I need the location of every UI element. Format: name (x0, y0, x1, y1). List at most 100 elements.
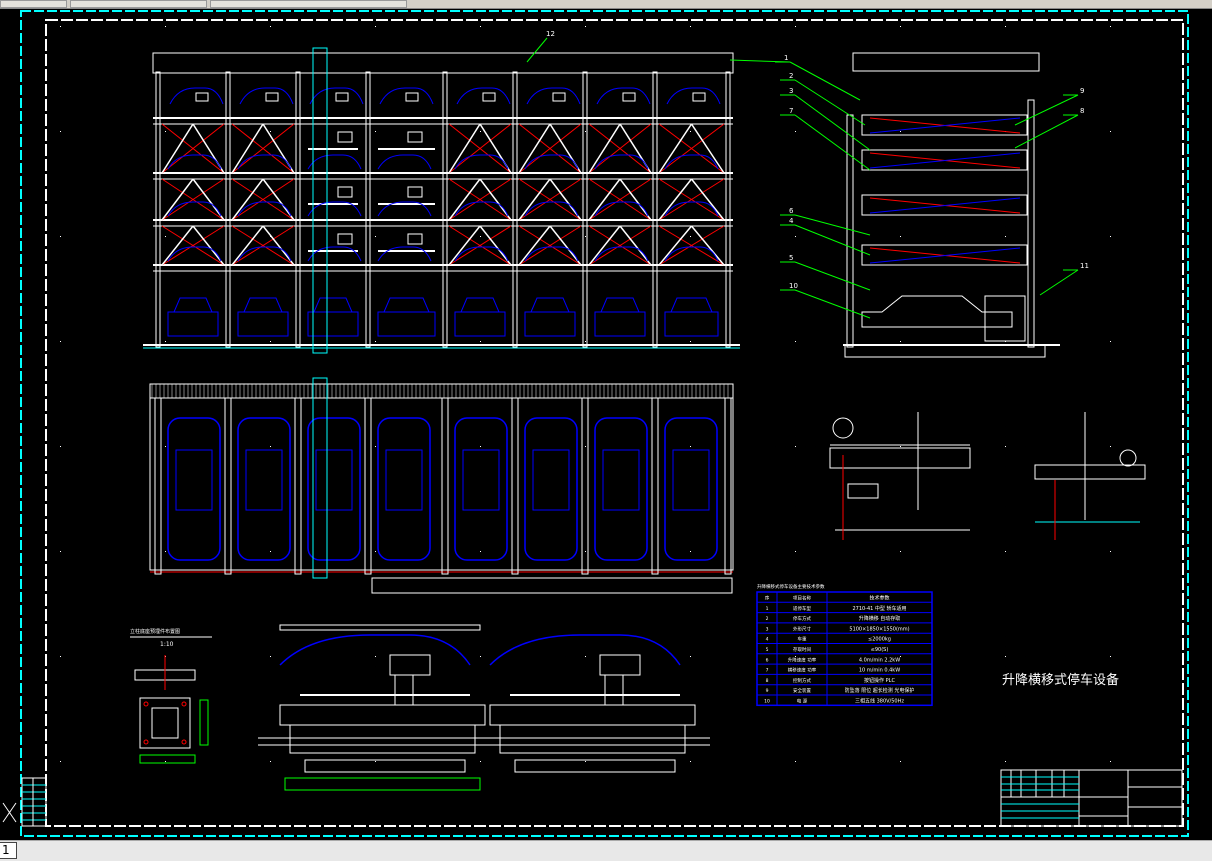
table-caption: 升降横移式停车设备主要技术参数 (757, 583, 825, 590)
grid-dot (1005, 551, 1006, 552)
plan-column (154, 397, 162, 575)
grid-dot (270, 761, 271, 762)
grid-dot (270, 131, 271, 132)
pit (844, 344, 1046, 358)
table-cell: 技术参数 (869, 595, 889, 602)
grid-dot (60, 656, 61, 657)
table-cell: 存取时间 (793, 646, 811, 653)
table-cell: 2710-41 中型 轿车适用 (852, 605, 906, 612)
truss (690, 123, 725, 174)
grid-dot (585, 551, 586, 552)
motor (599, 654, 641, 676)
motor (405, 92, 419, 102)
column (295, 71, 301, 348)
plan-car-roof (175, 449, 213, 511)
plan-column (441, 397, 449, 575)
motor (552, 92, 566, 102)
table-cell: 序 (765, 595, 770, 602)
plan-column (511, 397, 519, 575)
anchor-bolt (143, 739, 149, 745)
callout-label: 3 (789, 87, 793, 95)
callout-label: 11 (1080, 262, 1089, 270)
table-cell: 升降速度 功率 (788, 656, 817, 663)
motor (692, 92, 706, 102)
table-cell: 5 (766, 647, 769, 653)
motor (337, 131, 353, 143)
grid-dot (165, 761, 166, 762)
car-profile (237, 201, 292, 217)
car-profile (167, 246, 222, 262)
grid-dot (480, 236, 481, 237)
car-profile (454, 201, 509, 217)
side-canopy (852, 52, 1040, 72)
grid-dot (375, 446, 376, 447)
plan-column (224, 397, 232, 575)
truss (161, 178, 194, 221)
sprocket (832, 417, 854, 439)
plan-column (724, 397, 732, 575)
table-cell: ≤90(S) (871, 647, 889, 653)
toolbar-segment[interactable] (70, 0, 207, 8)
grid-dot (1110, 656, 1111, 657)
grid-dot (480, 131, 481, 132)
toolbar-segment[interactable] (0, 0, 67, 8)
grid-dot (270, 551, 271, 552)
anchor-bolt (143, 701, 149, 707)
grid-dot (795, 761, 796, 762)
table-cell: 2 (766, 616, 769, 622)
truss (690, 225, 725, 266)
grid-dot (480, 656, 481, 657)
truss (231, 225, 264, 266)
leader-line (794, 289, 871, 319)
side-column (1027, 99, 1035, 348)
truss (518, 178, 551, 221)
car-outline (279, 634, 471, 666)
car-profile (377, 246, 432, 262)
front-elevation-view: 12 (143, 30, 740, 354)
callout-label: 2 (789, 72, 793, 80)
grid-dot (480, 26, 481, 27)
frame-lower (499, 724, 686, 754)
car-roof (383, 297, 430, 313)
grid-dot (60, 761, 61, 762)
anchor-bolt (181, 701, 187, 707)
grid-dot (585, 26, 586, 27)
grid-dot (795, 131, 796, 132)
side-column (846, 114, 854, 348)
plan-car-roof (672, 449, 710, 511)
canopy (152, 52, 734, 74)
motor (337, 233, 353, 245)
car-profile (524, 246, 579, 262)
truss (619, 225, 652, 266)
drawing-canvas[interactable]: 12 1 2 3 7 6 4 5 10 9 8 11 立柱底座预埋件布置图 1:10 升降横移式停车设… (0, 9, 1212, 840)
motor (407, 233, 423, 245)
grid-dot (795, 341, 796, 342)
plan-column (651, 397, 659, 575)
side-elevation-view: 1 2 3 7 6 4 5 10 9 8 11 (729, 52, 1089, 358)
table-cell: 9 (766, 688, 769, 694)
leader-line (794, 214, 871, 236)
leader-line (794, 94, 871, 151)
grid-dot (900, 551, 901, 552)
base-plate (304, 759, 466, 773)
motor (265, 92, 279, 102)
column (512, 71, 518, 348)
car-profile (167, 201, 222, 217)
truss (262, 178, 295, 221)
grid-dot (375, 551, 376, 552)
grid-dot (375, 236, 376, 237)
grid-dot (375, 131, 376, 132)
grid-dot (375, 341, 376, 342)
grid-dot (900, 761, 901, 762)
grid-dot (900, 236, 901, 237)
dim-top (279, 624, 481, 631)
leader-line (794, 261, 871, 291)
grid-dot (480, 446, 481, 447)
toolbar-segment[interactable] (210, 0, 407, 8)
layout-tab[interactable]: 1 (0, 842, 17, 859)
car-profile (524, 201, 579, 217)
motor (407, 131, 423, 143)
grid-dot (165, 341, 166, 342)
grid-dot (690, 236, 691, 237)
plan-car-roof (532, 449, 570, 511)
